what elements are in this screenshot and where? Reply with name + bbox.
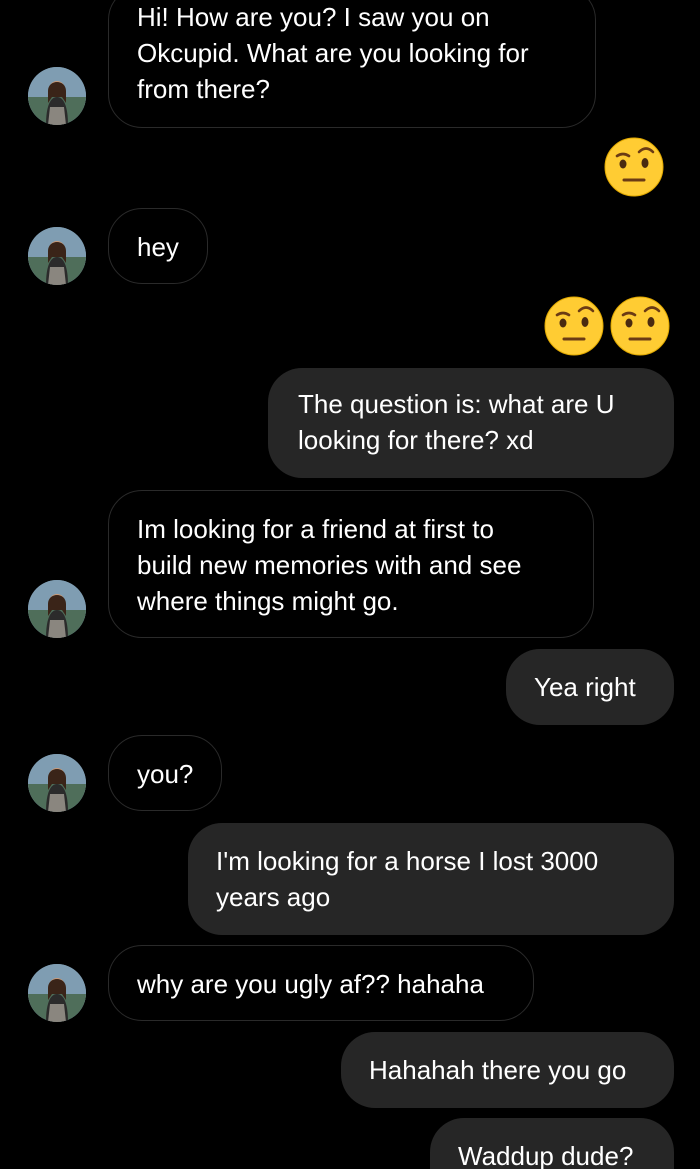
incoming-message[interactable]: Hi! How are you? I saw you on Okcupid. W… bbox=[108, 0, 596, 128]
outgoing-message[interactable]: Waddup dude? bbox=[430, 1118, 674, 1169]
contact-avatar[interactable] bbox=[28, 580, 86, 638]
incoming-message[interactable]: why are you ugly af?? hahaha bbox=[108, 945, 534, 1021]
message-text: hey bbox=[137, 232, 179, 262]
outgoing-message[interactable]: Hahahah there you go bbox=[341, 1032, 674, 1108]
outgoing-message[interactable]: The question is: what are U looking for … bbox=[268, 368, 674, 478]
face-with-raised-eyebrow-icon[interactable] bbox=[544, 296, 604, 356]
incoming-message[interactable]: hey bbox=[108, 208, 208, 284]
avatar-image bbox=[28, 227, 86, 285]
incoming-message[interactable]: Im looking for a friend at first to buil… bbox=[108, 490, 594, 638]
avatar-image bbox=[28, 964, 86, 1022]
contact-avatar[interactable] bbox=[28, 964, 86, 1022]
message-thread[interactable]: Hi! How are you? I saw you on Okcupid. W… bbox=[0, 0, 700, 1169]
face-with-raised-eyebrow-icon[interactable] bbox=[610, 296, 670, 356]
message-text: Waddup dude? bbox=[458, 1141, 634, 1169]
contact-avatar[interactable] bbox=[28, 67, 86, 125]
message-text: I'm looking for a horse I lost 3000 year… bbox=[216, 846, 599, 912]
contact-avatar[interactable] bbox=[28, 227, 86, 285]
avatar-image bbox=[28, 754, 86, 812]
message-text: Yea right bbox=[534, 672, 636, 702]
outgoing-message[interactable]: Yea right bbox=[506, 649, 674, 725]
avatar-image bbox=[28, 67, 86, 125]
outgoing-message[interactable]: I'm looking for a horse I lost 3000 year… bbox=[188, 823, 674, 935]
face-with-raised-eyebrow-icon[interactable] bbox=[604, 137, 664, 197]
message-text: Hi! How are you? I saw you on Okcupid. W… bbox=[137, 2, 529, 104]
incoming-message[interactable]: you? bbox=[108, 735, 222, 811]
contact-avatar[interactable] bbox=[28, 754, 86, 812]
message-text: you? bbox=[137, 759, 194, 789]
message-text: why are you ugly af?? hahaha bbox=[137, 969, 484, 999]
avatar-image bbox=[28, 580, 86, 638]
message-text: The question is: what are U looking for … bbox=[298, 389, 615, 455]
message-text: Im looking for a friend at first to buil… bbox=[137, 514, 522, 616]
message-text: Hahahah there you go bbox=[369, 1055, 627, 1085]
